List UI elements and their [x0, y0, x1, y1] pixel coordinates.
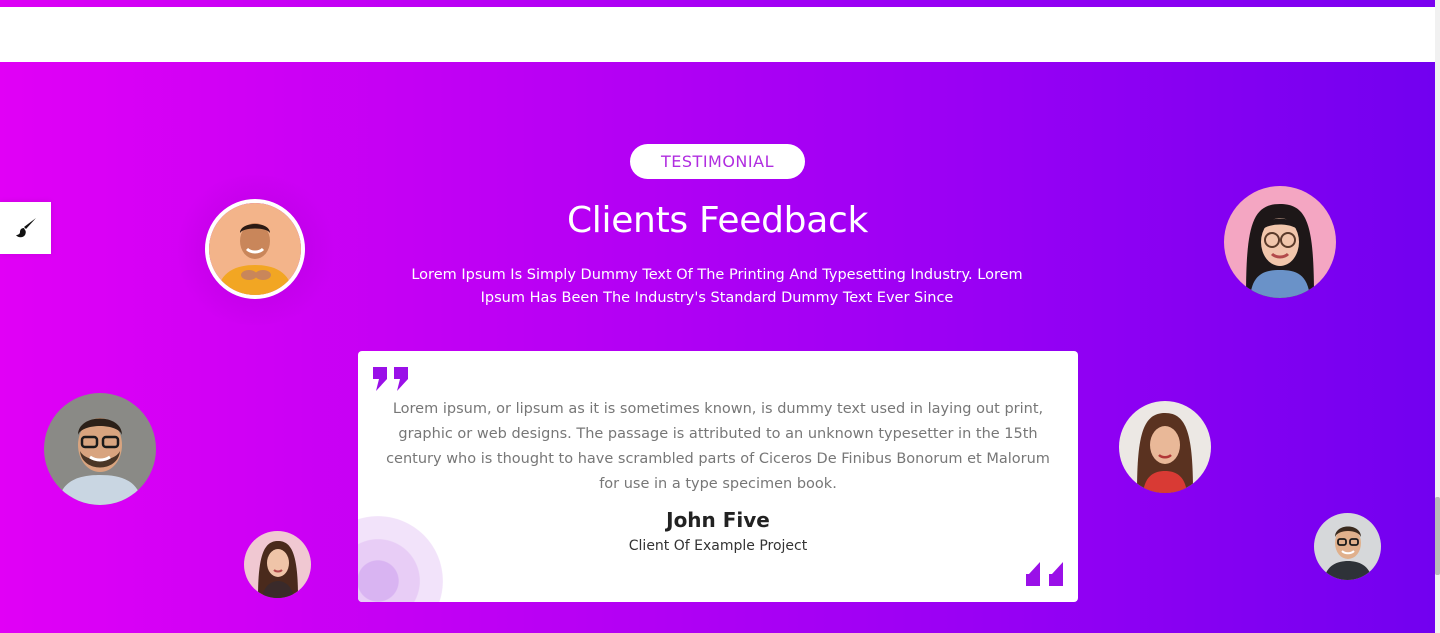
client-photo-man-glasses	[1314, 513, 1381, 580]
client-avatar-5[interactable]	[244, 531, 311, 598]
header-bottom-strip	[0, 0, 1435, 7]
client-role: Client Of Example Project	[628, 538, 808, 554]
scrollbar-thumb[interactable]	[1435, 497, 1440, 575]
section-subtitle: Lorem Ipsum Is Simply Dummy Text Of The …	[411, 267, 1023, 306]
section-badge: TESTIMONIAL	[630, 144, 805, 179]
client-avatar-4[interactable]	[1119, 401, 1211, 493]
testimonial-card: Lorem ipsum, or lipsum as it is sometime…	[358, 351, 1078, 602]
client-avatar-6[interactable]	[1314, 513, 1381, 580]
client-avatar-3[interactable]	[44, 393, 156, 505]
client-avatar-2[interactable]	[1224, 186, 1336, 298]
client-photo-man-beard-glasses	[44, 393, 156, 505]
page-scrollbar[interactable]	[1435, 0, 1440, 633]
client-photo-woman-dark-hair	[244, 531, 311, 598]
quote-close-icon	[1026, 562, 1063, 586]
client-photo-woman-glasses	[1224, 186, 1336, 298]
testimonial-section: TESTIMONIAL Clients Feedback Lorem Ipsum…	[0, 62, 1435, 633]
quote-open-icon	[373, 367, 408, 391]
client-photo-woman-red-top	[1119, 401, 1211, 493]
testimonial-quote: Lorem ipsum, or lipsum as it is sometime…	[386, 401, 1050, 492]
client-name: John Five	[666, 508, 770, 532]
client-photo-man-yellow-shirt	[209, 203, 301, 295]
client-avatar-1[interactable]	[205, 199, 305, 299]
